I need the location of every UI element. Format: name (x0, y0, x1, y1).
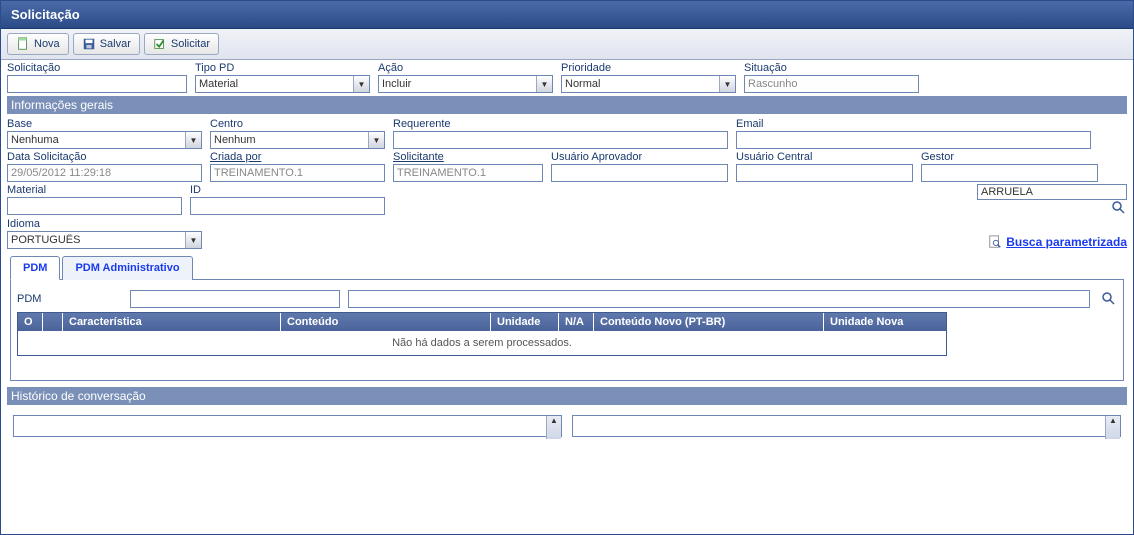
tabs: PDM PDM Administrativo (10, 255, 1124, 280)
busca-parametrizada-link[interactable]: Busca parametrizada (1006, 235, 1127, 249)
col-unidade: Unidade (491, 313, 559, 331)
historico-textarea-right[interactable] (572, 415, 1121, 437)
pdm-desc-input[interactable] (348, 290, 1090, 308)
prioridade-select[interactable] (561, 75, 736, 93)
idioma-select[interactable] (7, 231, 202, 249)
material-input[interactable] (7, 197, 182, 215)
pdm-grid: O Característica Conteúdo Unidade N/A Co… (17, 312, 947, 356)
aprovador-input[interactable] (551, 164, 728, 182)
scrollbar-up-icon[interactable]: ▲ (546, 416, 561, 439)
search-icon[interactable] (1101, 291, 1117, 307)
grid-header: O Característica Conteúdo Unidade N/A Co… (18, 313, 946, 331)
pdm-label: PDM (17, 293, 122, 305)
id-label: ID (190, 184, 385, 196)
save-icon (82, 37, 96, 51)
solicitacao-label: Solicitação (7, 62, 187, 74)
id-input[interactable] (190, 197, 385, 215)
section-historico: Histórico de conversação (7, 387, 1127, 405)
col-unidade-nova: Unidade Nova (824, 313, 946, 331)
data-input (7, 164, 202, 182)
email-label: Email (736, 118, 1091, 130)
search-doc-icon (988, 235, 1002, 249)
data-label: Data Solicitação (7, 151, 202, 163)
historico-textarea-left[interactable] (13, 415, 562, 437)
solicitar-label: Solicitar (171, 38, 210, 50)
situacao-input (744, 75, 919, 93)
idioma-label: Idioma (7, 218, 202, 230)
pdm-code-input[interactable] (130, 290, 340, 308)
tab-pdm-admin[interactable]: PDM Administrativo (62, 256, 192, 280)
salvar-button[interactable]: Salvar (73, 33, 140, 55)
grid-empty-message: Não há dados a serem processados. (18, 331, 946, 355)
col-conteudo: Conteúdo (281, 313, 491, 331)
window-title: Solicitação (1, 1, 1133, 29)
solicitacao-input[interactable] (7, 75, 187, 93)
criada-input (210, 164, 385, 182)
material-label: Material (7, 184, 182, 196)
col-o: O (18, 313, 43, 331)
central-input[interactable] (736, 164, 913, 182)
desc-input[interactable] (977, 184, 1127, 200)
solicitante-input (393, 164, 543, 182)
tab-body-pdm: PDM O Característica Conteúdo Unidade N/… (10, 280, 1124, 381)
solicitante-label: Solicitante (393, 151, 543, 163)
col-na: N/A (559, 313, 594, 331)
prioridade-label: Prioridade (561, 62, 736, 74)
col-caracteristica: Característica (63, 313, 281, 331)
email-input[interactable] (736, 131, 1091, 149)
centro-select[interactable] (210, 131, 385, 149)
gestor-input[interactable] (921, 164, 1098, 182)
gestor-label: Gestor (921, 151, 1098, 163)
section-gerais: Informações gerais (7, 96, 1127, 114)
col-blank (43, 313, 63, 331)
centro-label: Centro (210, 118, 385, 130)
scrollbar-up-icon[interactable]: ▲ (1105, 416, 1120, 439)
col-conteudo-novo: Conteúdo Novo (PT-BR) (594, 313, 824, 331)
new-doc-icon (16, 37, 30, 51)
solicitar-button[interactable]: Solicitar (144, 33, 219, 55)
base-select[interactable] (7, 131, 202, 149)
request-icon (153, 37, 167, 51)
situacao-label: Situação (744, 62, 919, 74)
base-label: Base (7, 118, 202, 130)
nova-label: Nova (34, 38, 60, 50)
central-label: Usuário Central (736, 151, 913, 163)
salvar-label: Salvar (100, 38, 131, 50)
tipopd-label: Tipo PD (195, 62, 370, 74)
search-icon[interactable] (1111, 200, 1127, 216)
requerente-input[interactable] (393, 131, 728, 149)
tab-pdm[interactable]: PDM (10, 256, 60, 280)
aprovador-label: Usuário Aprovador (551, 151, 728, 163)
tipopd-select[interactable] (195, 75, 370, 93)
criada-label: Criada por (210, 151, 385, 163)
acao-select[interactable] (378, 75, 553, 93)
toolbar: Nova Salvar Solicitar (1, 29, 1133, 60)
nova-button[interactable]: Nova (7, 33, 69, 55)
acao-label: Ação (378, 62, 553, 74)
requerente-label: Requerente (393, 118, 728, 130)
